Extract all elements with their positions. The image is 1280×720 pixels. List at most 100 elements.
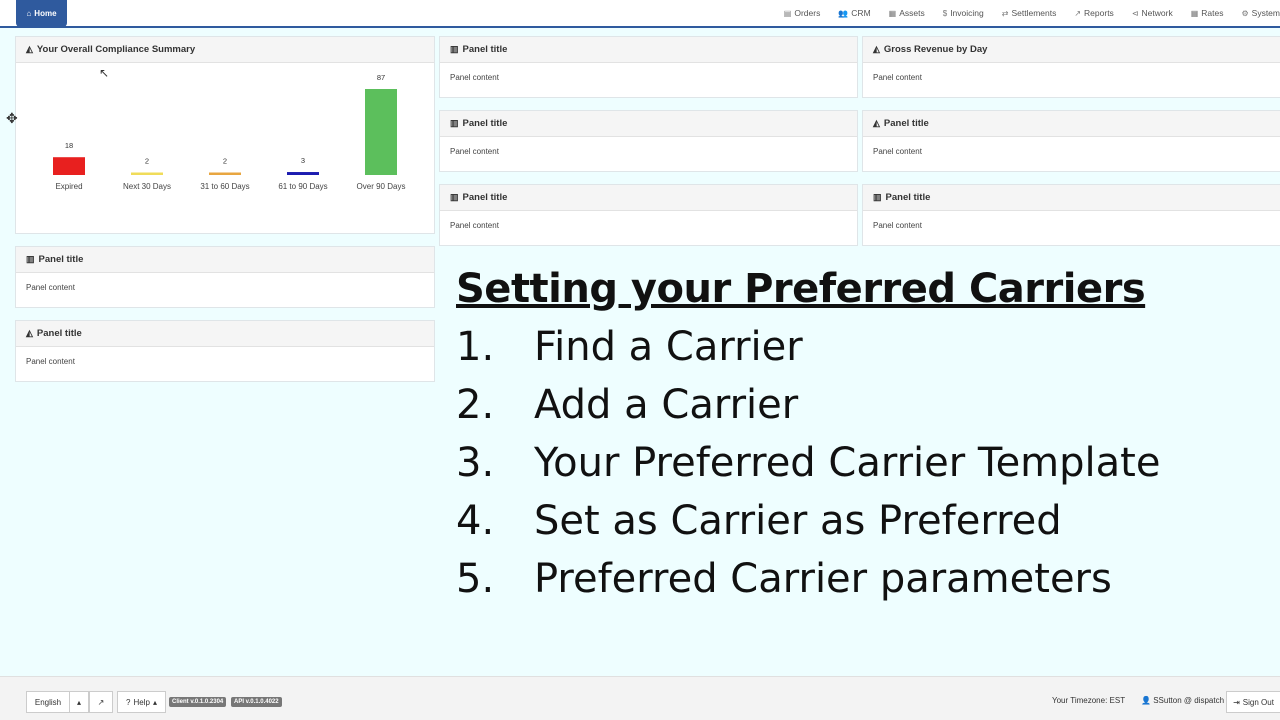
share-icon: ⊲ [1131, 8, 1139, 18]
panel-heading: ▥ Panel title [440, 111, 857, 137]
panel-title: Panel title [36, 328, 82, 339]
category-label: 61 to 90 Days [278, 182, 327, 191]
client-version-badge: Client v.0.1.0.2304 [169, 697, 227, 707]
panel-heading: ▥ Panel title [16, 247, 434, 273]
panel-content: Panel content [873, 147, 922, 156]
nav-item-assets[interactable]: ▦ Assets [880, 8, 934, 18]
panel-heading: ◭ Panel title [16, 321, 434, 347]
bar-31-to-60-days [209, 172, 241, 175]
step-item: 5. Preferred Carrier parameters [456, 550, 1236, 608]
panel-content: Panel content [450, 73, 499, 82]
panel-title: Panel title [883, 118, 929, 129]
step-number: 3. [456, 440, 495, 486]
panel-title: Panel title [462, 118, 508, 129]
nav-item-orders[interactable]: ▤ Orders [775, 8, 830, 18]
bar-chart-icon: ▥ [26, 254, 35, 264]
overlay-title: Setting your Preferred Carriers [456, 266, 1146, 312]
panel-content: Panel content [873, 73, 922, 82]
category-label: Over 90 Days [357, 182, 406, 191]
bar-value-label: 2 [223, 157, 227, 166]
bar-61-to-90-days [287, 172, 319, 175]
move-cursor-icon: ✥ [6, 110, 18, 126]
footer-bar: English ▴ ↗ ? Help ▴ Client v.0.1.0.2304 A… [0, 676, 1280, 720]
panel-title: Panel title [885, 192, 931, 203]
panel-heading: ◭ Your Overall Compliance Summary [16, 37, 434, 63]
panel-content: Panel content [873, 221, 922, 230]
panel-heading: ◭ Gross Revenue by Day [863, 37, 1280, 63]
panel-title: Panel title [38, 254, 84, 265]
nav-item-label: Assets [899, 8, 925, 18]
step-item: 1. Find a Carrier [456, 318, 1236, 376]
help-button[interactable]: ? Help ▴ [117, 691, 166, 713]
step-number: 1. [456, 324, 495, 370]
panel-2: ▥ Panel title Panel content [439, 110, 858, 172]
bar-expired [53, 157, 85, 175]
nav-item-crm[interactable]: 👥 CRM [829, 8, 879, 18]
left-panel-1: ▥ Panel title Panel content [15, 246, 435, 308]
nav-item-system[interactable]: ⚙ System [1232, 8, 1280, 18]
help-label: Help [133, 697, 150, 707]
timezone-label: Your Timezone: EST [1052, 696, 1126, 705]
api-version-badge: API v.0.1.0.4022 [231, 697, 282, 707]
step-text: Preferred Carrier parameters [534, 556, 1112, 602]
home-tab-label: Home [34, 9, 57, 18]
panel-heading: ▥ Panel title [440, 37, 857, 63]
sign-out-button[interactable]: ⇥ Sign Out [1226, 691, 1280, 713]
bar-chart-icon: ▥ [450, 192, 459, 202]
step-number: 5. [456, 556, 495, 602]
step-text: Your Preferred Carrier Template [534, 440, 1161, 486]
document-icon: ▤ [783, 8, 792, 18]
category-label: 31 to 60 Days [200, 182, 249, 191]
nav-item-label: Settlements [1011, 8, 1057, 18]
nav-item-label: Rates [1201, 8, 1224, 18]
panel-title: Your Overall Compliance Summary [36, 44, 196, 55]
nav-item-label: Reports [1084, 8, 1114, 18]
building-icon: ▦ [888, 8, 897, 18]
area-chart-icon: ◭ [873, 118, 880, 128]
panel-content: Panel content [450, 147, 499, 156]
bar-over-90-days [365, 89, 397, 175]
sign-out-icon: ⇥ [1233, 697, 1240, 707]
panel-1: ▥ Panel title Panel content [439, 36, 858, 98]
nav-item-invoicing[interactable]: $ Invoicing [934, 8, 993, 18]
nav-item-label: Invoicing [950, 8, 984, 18]
panel-content: Panel content [26, 357, 75, 366]
step-number: 2. [456, 382, 495, 428]
nav-item-settlements[interactable]: ⇄ Settlements [993, 8, 1066, 18]
instruction-overlay: Setting your Preferred Carriers 1. Find a… [456, 266, 1236, 608]
bar-chart-icon: ▥ [450, 44, 459, 54]
external-link-button[interactable]: ↗ [89, 691, 113, 713]
area-chart-icon: ◭ [26, 328, 33, 338]
steps-list: 1. Find a Carrier 2. Add a Carrier 3. Your … [456, 318, 1236, 608]
home-tab[interactable]: ⌂ Home [16, 0, 67, 27]
table-icon: ▦ [1190, 8, 1199, 18]
sign-out-label: Sign Out [1242, 697, 1274, 707]
user-name: SSutton @ dispatch [1153, 696, 1225, 705]
caret-up-icon: ▴ [152, 697, 157, 707]
area-chart-icon: ◭ [873, 44, 880, 54]
nav-item-network[interactable]: ⊲ Network [1123, 8, 1182, 18]
category-label: Next 30 Days [123, 182, 171, 191]
nav-item-reports[interactable]: ↗ Reports [1065, 8, 1122, 18]
step-text: Add a Carrier [534, 382, 799, 428]
language-toggle-button[interactable]: ▴ [69, 691, 89, 713]
help-icon: ? [126, 697, 131, 707]
pointer-cursor-icon: ↖ [99, 66, 110, 80]
left-panel-2: ◭ Panel title Panel content [15, 320, 435, 382]
nav-item-rates[interactable]: ▦ Rates [1182, 8, 1233, 18]
home-icon: ⌂ [26, 9, 32, 18]
compliance-summary-panel: ◭ Your Overall Compliance Summary 18 Expi… [15, 36, 435, 234]
panel-heading: ▥ Panel title [440, 185, 857, 211]
panel-4: ▥ Panel title Panel content [439, 184, 858, 246]
user-label[interactable]: 👤 SSutton @ dispatch [1141, 696, 1224, 705]
language-select[interactable]: English [26, 691, 70, 713]
caret-up-icon: ▴ [76, 697, 81, 707]
user-icon: 👤 [1141, 696, 1151, 705]
step-item: 4. Set as Carrier as Preferred [456, 492, 1236, 550]
dollar-icon: $ [942, 8, 948, 18]
panel-content: Panel content [450, 221, 499, 230]
nav-item-label: CRM [851, 8, 871, 18]
nav-item-label: System [1251, 8, 1280, 18]
language-label: English [34, 697, 62, 707]
gross-revenue-panel: ◭ Gross Revenue by Day Panel content [862, 36, 1280, 98]
